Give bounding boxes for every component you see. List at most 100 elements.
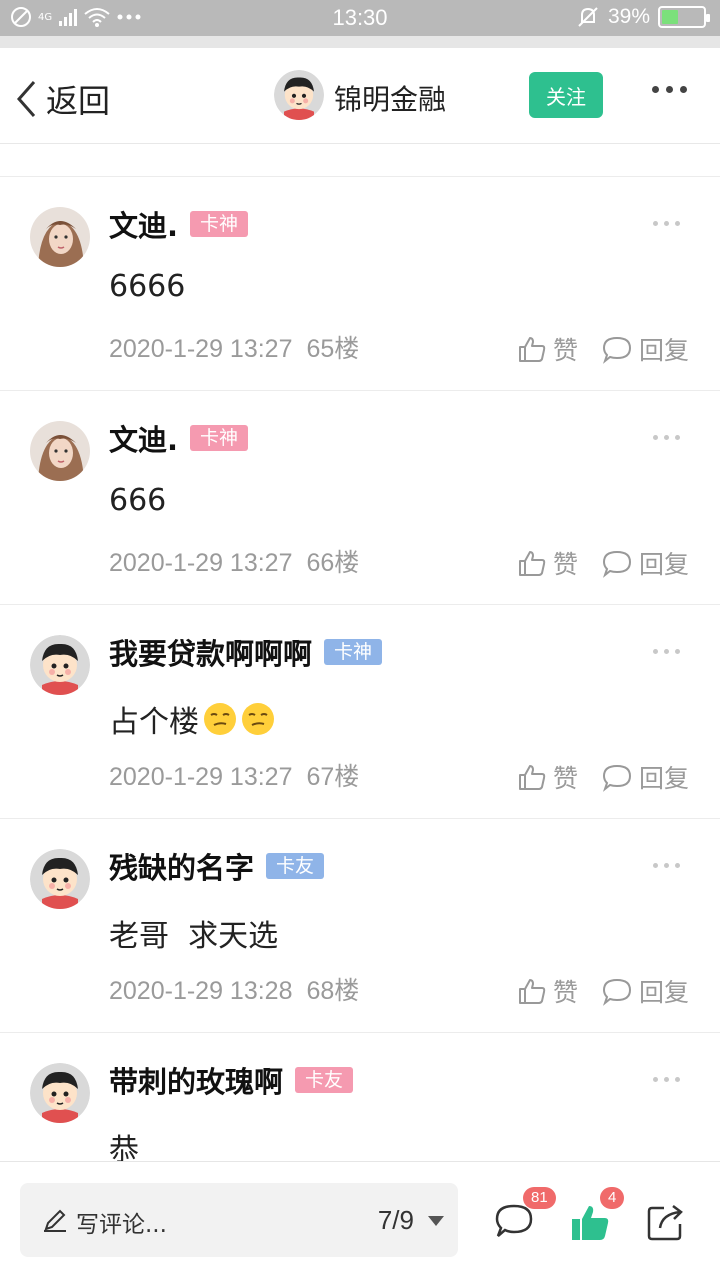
comment-time: 2020-1-29 13:28: [109, 977, 293, 1005]
back-button[interactable]: 返回: [14, 76, 110, 122]
comment-more-button[interactable]: [653, 221, 680, 226]
comment-text: 6666: [109, 269, 185, 304]
battery-percent: 39%: [607, 5, 650, 28]
chevron-left-icon: [16, 81, 36, 117]
comment-icon[interactable]: [494, 1202, 534, 1242]
like-button[interactable]: 赞: [517, 545, 578, 581]
comment-text-content: 6666: [109, 269, 186, 304]
dot-icon: [666, 86, 673, 93]
bottom-action-bar: 写评论... 7/9 81 4: [0, 1161, 720, 1280]
status-right: 39%: [576, 5, 710, 29]
comment-meta: 2020-1-29 13:27 65楼: [109, 329, 359, 365]
reply-label: 回复: [639, 978, 690, 1007]
dot-icon: [680, 86, 687, 93]
comment-floor: 65楼: [306, 335, 360, 363]
like-button[interactable]: 赞: [517, 331, 578, 367]
commenter-name[interactable]: 残缺的名字: [109, 845, 254, 887]
back-label: 返回: [46, 82, 111, 120]
pencil-icon: [44, 1209, 66, 1232]
comment-item: 残缺的名字 卡友 老哥 求天选 2020-1-29 13:28 68楼 赞 回复: [0, 819, 720, 1033]
previous-comment-tail: [0, 145, 720, 177]
commenter-avatar[interactable]: [30, 635, 90, 695]
page-indicator[interactable]: 7/9: [378, 1205, 414, 1236]
commenter-avatar[interactable]: [30, 207, 90, 267]
dot-icon: [664, 649, 669, 654]
comment-more-button[interactable]: [653, 1077, 680, 1082]
status-bar: 4G 13:30 39%: [0, 0, 720, 36]
comment-text-content: 恭: [109, 1133, 139, 1161]
comment-meta: 2020-1-29 13:27 66楼: [109, 543, 359, 579]
cartoon-avatar-icon: [274, 70, 324, 120]
reply-button[interactable]: 回复: [601, 331, 689, 367]
comment-time: 2020-1-29 13:27: [109, 549, 293, 577]
write-comment-placeholder: 写评论...: [76, 1212, 167, 1238]
like-icon[interactable]: [570, 1202, 610, 1242]
comment-meta: 2020-1-29 13:28 68楼: [109, 971, 359, 1007]
reply-button[interactable]: 回复: [601, 973, 689, 1009]
commenter-row: 带刺的玫瑰啊 卡友: [109, 1059, 354, 1101]
battery-icon: [658, 6, 710, 28]
comment-text: 恭: [109, 1125, 139, 1161]
comment-text-content: 666: [109, 483, 167, 518]
reply-button[interactable]: 回复: [601, 545, 689, 581]
comment-count-badge: 81: [523, 1187, 556, 1209]
like-button[interactable]: 赞: [517, 973, 578, 1009]
like-label: 赞: [553, 550, 579, 579]
thumbs-up-icon: [519, 979, 546, 1004]
comment-more-button[interactable]: [653, 435, 680, 440]
comment-item: 带刺的玫瑰啊 卡友 恭: [0, 1033, 720, 1161]
speech-bubble-icon: [602, 764, 632, 792]
top-nav: 返回 锦明金融 关注: [0, 48, 720, 144]
cartoon-avatar-icon: [30, 1063, 90, 1123]
dot-icon: [675, 1077, 680, 1082]
status-divider: [0, 36, 720, 48]
commenter-name[interactable]: 带刺的玫瑰啊: [109, 1059, 283, 1101]
dot-icon: [664, 221, 669, 226]
dot-icon: [653, 435, 658, 440]
photo-avatar-icon: [30, 207, 90, 267]
comment-floor: 68楼: [306, 977, 360, 1005]
commenter-name[interactable]: 文迪.: [109, 417, 178, 459]
caret-down-icon[interactable]: [428, 1216, 444, 1226]
author-avatar[interactable]: [274, 70, 324, 120]
battery-fill: [662, 10, 678, 24]
author-name[interactable]: 锦明金融: [334, 78, 446, 118]
write-comment-input[interactable]: 写评论... 7/9: [20, 1183, 458, 1257]
user-badge: 卡神: [190, 211, 249, 237]
thumbs-up-icon: [519, 337, 546, 362]
dot-icon: [653, 1077, 658, 1082]
comment-more-button[interactable]: [653, 649, 680, 654]
user-badge: 卡神: [324, 639, 383, 665]
dot-icon: [664, 1077, 669, 1082]
smirk-emoji-icon: [242, 703, 274, 735]
comment-feed[interactable]: 文迪. 卡神 6666 2020-1-29 13:27 65楼 赞 回复 文迪. …: [0, 145, 720, 1161]
comment-more-button[interactable]: [653, 863, 680, 868]
commenter-avatar[interactable]: [30, 1063, 90, 1123]
like-count-badge: 4: [600, 1187, 625, 1209]
comment-item: 文迪. 卡神 6666 2020-1-29 13:27 65楼 赞 回复: [0, 177, 720, 391]
more-options-button[interactable]: [652, 86, 687, 93]
comment-text: 666: [109, 483, 166, 518]
commenter-avatar[interactable]: [30, 849, 90, 909]
share-icon[interactable]: [646, 1202, 686, 1242]
commenter-row: 文迪. 卡神: [109, 203, 249, 245]
thumbs-up-icon: [519, 765, 546, 790]
follow-button[interactable]: 关注: [529, 72, 603, 118]
commenter-row: 我要贷款啊啊啊 卡神: [109, 631, 383, 673]
commenter-avatar[interactable]: [30, 421, 90, 481]
speech-bubble-icon: [602, 978, 632, 1006]
reply-label: 回复: [639, 550, 690, 579]
mute-bell-icon: [578, 7, 598, 27]
comment-text: 老哥 求天选: [109, 911, 278, 955]
dot-icon: [653, 863, 658, 868]
reply-button[interactable]: 回复: [601, 759, 689, 795]
commenter-name[interactable]: 我要贷款啊啊啊: [109, 631, 312, 673]
comment-time: 2020-1-29 13:27: [109, 335, 293, 363]
like-button[interactable]: 赞: [517, 759, 578, 795]
like-label: 赞: [553, 336, 579, 365]
smirk-emoji-icon: [204, 703, 236, 735]
thumbs-up-icon: [519, 551, 546, 576]
comment-floor: 66楼: [306, 549, 360, 577]
commenter-name[interactable]: 文迪.: [109, 203, 178, 245]
dot-icon: [653, 649, 658, 654]
